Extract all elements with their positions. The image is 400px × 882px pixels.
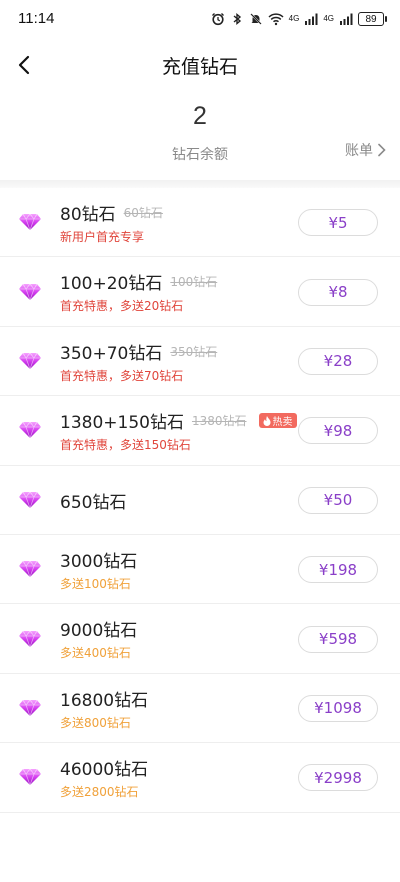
package-promo: 首充特惠，多送70钻石 <box>60 368 184 383</box>
package-row[interactable]: 650钻石 ¥50 <box>0 466 400 535</box>
package-row[interactable]: 9000钻石多送400钻石 ¥598 <box>0 604 400 674</box>
package-amount: 16800钻石 <box>60 690 149 711</box>
wifi-icon <box>268 13 284 26</box>
package-original-amount: 350钻石 <box>170 344 218 359</box>
package-promo: 多送400钻石 <box>60 646 131 661</box>
flame-icon <box>263 415 271 426</box>
diamond-icon <box>19 560 41 579</box>
network-type-label: 4G <box>288 14 300 23</box>
bill-link[interactable]: 账单 <box>345 140 386 160</box>
price-button[interactable]: ¥5 <box>298 209 378 237</box>
page-title: 充值钻石 <box>161 56 238 78</box>
price-button[interactable]: ¥8 <box>298 278 378 306</box>
status-bar: 11:14 4G 4G 89 <box>0 0 400 40</box>
section-divider <box>0 180 400 188</box>
chevron-right-icon <box>378 143 386 157</box>
price-button[interactable]: ¥198 <box>298 556 378 584</box>
nav-bar: 充值钻石 <box>0 40 400 90</box>
package-row[interactable]: 46000钻石多送2800钻石 ¥2998 <box>0 743 400 813</box>
package-title-line: 1380+150钻石 1380钻石 热卖 <box>60 408 297 433</box>
package-amount: 46000钻石 <box>60 760 149 781</box>
package-promo: 多送2800钻石 <box>60 785 139 800</box>
package-promo: 多送800钻石 <box>60 715 131 730</box>
status-icons: 4G 4G 89 <box>211 9 387 29</box>
package-amount: 100+20钻石 <box>60 274 163 295</box>
package-title-line: 650钻石 <box>60 488 126 513</box>
package-row[interactable]: 16800钻石多送800钻石 ¥1098 <box>0 674 400 744</box>
package-title-line: 100+20钻石 100钻石 <box>60 269 217 294</box>
bill-link-label: 账单 <box>345 143 373 159</box>
diamond-icon <box>19 768 41 787</box>
diamond-icon <box>19 629 41 648</box>
price-button[interactable]: ¥98 <box>298 417 378 445</box>
diamond-icon <box>19 699 41 717</box>
package-title-line: 16800钻石 <box>60 686 148 711</box>
package-original-amount: 100钻石 <box>170 275 218 290</box>
battery-icon: 89 <box>358 12 387 26</box>
mute-bell-icon <box>249 13 262 25</box>
diamond-icon <box>19 491 41 509</box>
price-button[interactable]: ¥598 <box>298 625 378 653</box>
balance-value: 2 <box>193 102 207 130</box>
package-row[interactable]: 80钻石 60钻石新用户首充专享 ¥5 <box>0 188 400 258</box>
package-list: 80钻石 60钻石新用户首充专享 ¥5 100+20钻石 100钻石首充特惠，多送20… <box>0 188 400 813</box>
package-amount: 80钻石 <box>60 205 116 225</box>
package-amount: 650钻石 <box>60 492 127 513</box>
diamond-icon <box>19 352 41 370</box>
package-amount: 3000钻石 <box>60 551 138 572</box>
price-button[interactable]: ¥50 <box>298 486 378 514</box>
signal-icon <box>340 13 353 25</box>
diamond-icon <box>19 213 41 232</box>
price-button[interactable]: ¥1098 <box>298 694 378 722</box>
package-title-line: 9000钻石 <box>60 616 137 641</box>
package-amount: 9000钻石 <box>60 621 138 642</box>
package-promo: 新用户首充专享 <box>60 230 145 244</box>
alarm-icon <box>211 13 224 26</box>
package-amount: 350+70钻石 <box>60 343 163 364</box>
network-type-label: 4G <box>323 14 334 23</box>
package-title-line: 80钻石 60钻石 <box>60 200 163 225</box>
package-original-amount: 1380钻石 <box>191 414 247 429</box>
diamond-icon <box>19 282 41 301</box>
package-promo: 多送100钻石 <box>60 576 131 591</box>
diamond-icon <box>19 421 41 440</box>
signal-icon <box>305 13 318 25</box>
price-button[interactable]: ¥2998 <box>298 764 378 792</box>
package-row[interactable]: 1380+150钻石 1380钻石 热卖 首充特惠，多送150钻石 ¥98 <box>0 396 400 466</box>
price-button[interactable]: ¥28 <box>298 347 378 375</box>
package-row[interactable]: 100+20钻石 100钻石首充特惠，多送20钻石 ¥8 <box>0 257 400 327</box>
package-row[interactable]: 3000钻石多送100钻石 ¥198 <box>0 535 400 605</box>
balance-label: 钻石余额 <box>172 147 228 163</box>
package-title-line: 3000钻石 <box>60 547 137 572</box>
package-title-line: 350+70钻石 350钻石 <box>60 339 217 364</box>
package-promo: 首充特惠，多送150钻石 <box>60 438 191 453</box>
package-title-line: 46000钻石 <box>60 755 148 780</box>
hot-badge-label: 热卖 <box>272 417 293 429</box>
package-row[interactable]: 350+70钻石 350钻石首充特惠，多送70钻石 ¥28 <box>0 327 400 397</box>
package-promo: 首充特惠，多送20钻石 <box>60 299 184 314</box>
bluetooth-icon <box>233 13 241 25</box>
package-original-amount: 60钻石 <box>123 206 163 220</box>
status-time: 11:14 <box>18 10 55 27</box>
package-amount: 1380+150钻石 <box>60 413 184 434</box>
balance-section: 2 钻石余额 账单 <box>0 90 400 180</box>
hot-badge: 热卖 <box>258 413 297 429</box>
